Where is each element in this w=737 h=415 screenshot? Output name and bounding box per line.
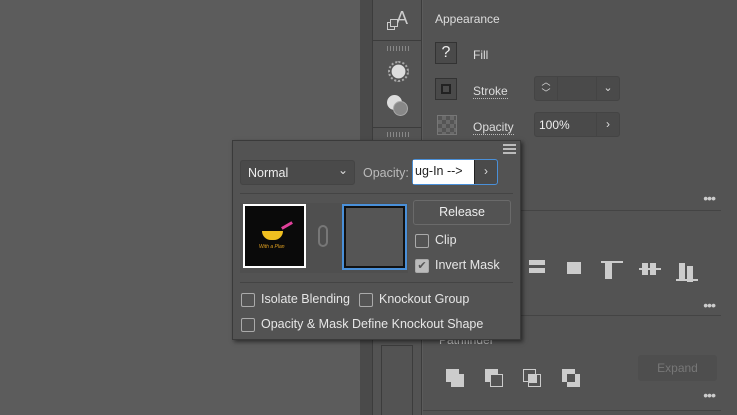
panel-menu-icon[interactable]: [503, 144, 516, 154]
grip-handle[interactable]: [387, 132, 409, 137]
stroke-weight-field[interactable]: ︿ ﹀ ⌄: [534, 76, 620, 101]
checkbox[interactable]: [415, 233, 429, 248]
checkmark-icon[interactable]: ✔: [415, 258, 429, 273]
stepper-icon[interactable]: ︿ ﹀: [535, 77, 558, 100]
knockout-group-checkbox[interactable]: Knockout Group: [359, 292, 469, 307]
invert-mask-checkbox[interactable]: ✔ Invert Mask: [415, 258, 500, 273]
unite-icon[interactable]: [446, 369, 459, 382]
stroke-dropdown-button[interactable]: ⌄: [596, 77, 619, 100]
opacity-swatch[interactable]: [437, 115, 457, 135]
define-knockout-shape-checkbox[interactable]: Opacity & Mask Define Knockout Shape: [241, 317, 483, 332]
opacity-field[interactable]: 100% ›: [534, 112, 620, 137]
blend-mode-dropdown[interactable]: Normal ⌄: [240, 160, 355, 185]
isolate-blending-checkbox[interactable]: Isolate Blending: [241, 292, 350, 307]
release-button[interactable]: Release: [413, 200, 511, 225]
transparency-icon[interactable]: [387, 95, 409, 117]
character-styles-icon[interactable]: A: [387, 8, 411, 34]
link-icon[interactable]: [318, 225, 328, 247]
align-bottom-icon[interactable]: [676, 279, 698, 281]
chevron-down-icon: ⌄: [337, 163, 348, 177]
fill-swatch[interactable]: ?: [435, 42, 457, 64]
blend-mode-value: Normal: [248, 166, 289, 180]
align-horizontal-center-icon[interactable]: [529, 260, 545, 265]
more-options-icon[interactable]: •••: [703, 387, 716, 403]
intersect-icon[interactable]: [523, 369, 541, 387]
appearance-icon[interactable]: [388, 61, 409, 82]
stroke-label[interactable]: Stroke: [473, 84, 508, 99]
align-right-icon[interactable]: [567, 262, 581, 274]
artwork-thumbnail[interactable]: With a Plan: [243, 204, 306, 268]
fill-label: Fill: [473, 48, 489, 62]
exclude-icon[interactable]: [562, 369, 580, 387]
transparency-popup: Normal ⌄ Opacity: ug-In --> › With a Pla…: [232, 140, 521, 340]
opacity-label: Opacity:: [363, 166, 409, 180]
opacity-arrow-button[interactable]: ›: [475, 160, 497, 184]
more-options-icon[interactable]: •••: [703, 190, 716, 206]
appearance-title: Appearance: [435, 12, 500, 26]
opacity-input[interactable]: ug-In --> ›: [412, 159, 498, 185]
minus-front-icon[interactable]: [485, 369, 503, 387]
grip-handle[interactable]: [387, 46, 409, 51]
thumbnail-logo-text: With a Plan: [259, 244, 285, 250]
stroke-swatch[interactable]: [435, 78, 457, 100]
opacity-arrow-button[interactable]: ›: [596, 113, 619, 136]
clip-checkbox[interactable]: Clip: [415, 233, 457, 248]
expand-button[interactable]: Expand: [638, 355, 717, 381]
more-options-icon[interactable]: •••: [703, 297, 716, 313]
opacity-value[interactable]: 100%: [539, 118, 570, 132]
opacity-label[interactable]: Opacity: [473, 120, 514, 135]
mask-thumbnail[interactable]: [342, 204, 407, 270]
